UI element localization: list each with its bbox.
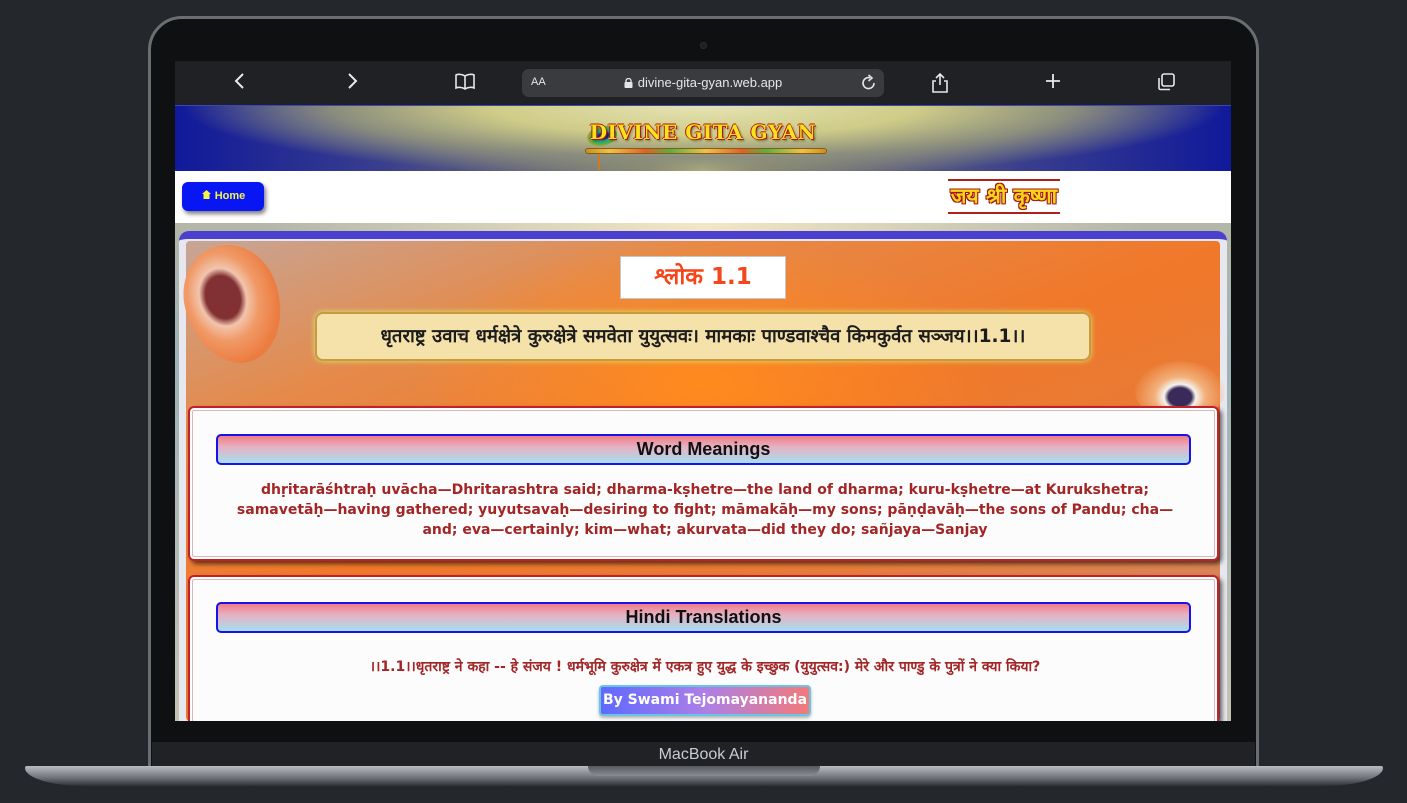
site-banner: DIVINE GITA GYAN (175, 105, 1231, 171)
site-title[interactable]: DIVINE GITA GYAN (175, 120, 1231, 144)
shloka-heading: श्लोक 1.1 (620, 256, 786, 299)
hindi-translation-heading: Hindi Translations (216, 602, 1191, 633)
share-icon[interactable] (925, 69, 955, 97)
home-button[interactable]: Home (182, 182, 264, 211)
url-text: divine-gita-gyan.web.app (637, 75, 783, 90)
reload-icon[interactable] (860, 73, 878, 97)
screen: AA divine-gita-gyan.web.app DIVINE GITA … (175, 61, 1231, 721)
back-icon[interactable] (225, 69, 255, 97)
shloka-verse: धृतराष्ट्र उवाच धर्मक्षेत्रे कुरुक्षेत्र… (315, 312, 1091, 361)
camera-icon (700, 42, 707, 49)
home-label: Home (214, 190, 246, 202)
word-meanings-card: Word Meanings dhṛitarāśhtraḥ uvācha—Dhri… (188, 406, 1219, 561)
forward-icon[interactable] (337, 69, 367, 97)
home-icon (201, 190, 211, 199)
address-bar[interactable]: AA divine-gita-gyan.web.app (522, 69, 884, 97)
greeting-text: जय श्री कृष्णा (948, 179, 1060, 214)
hindi-translation-text: ।।1.1।।धृतराष्ट्र ने कहा -- हे संजय ! धर… (369, 659, 1041, 675)
author-button[interactable]: By Swami Tejomayananda (599, 685, 811, 716)
lock-icon (624, 78, 633, 88)
new-tab-icon[interactable] (1038, 69, 1068, 97)
tabs-icon[interactable] (1151, 69, 1181, 97)
nav-bar: Home जय श्री कृष्णा (175, 171, 1231, 223)
word-meanings-text: dhṛitarāśhtraḥ uvācha—Dhritarashtra said… (236, 482, 1174, 538)
hindi-translation-card: Hindi Translations ।।1.1।।धृतराष्ट्र ने … (188, 575, 1219, 721)
browser-toolbar: AA divine-gita-gyan.web.app (175, 61, 1231, 105)
laptop-notch (588, 766, 820, 776)
word-meanings-heading: Word Meanings (216, 434, 1191, 465)
bookmarks-icon[interactable] (450, 69, 480, 97)
flute-icon (585, 148, 827, 154)
